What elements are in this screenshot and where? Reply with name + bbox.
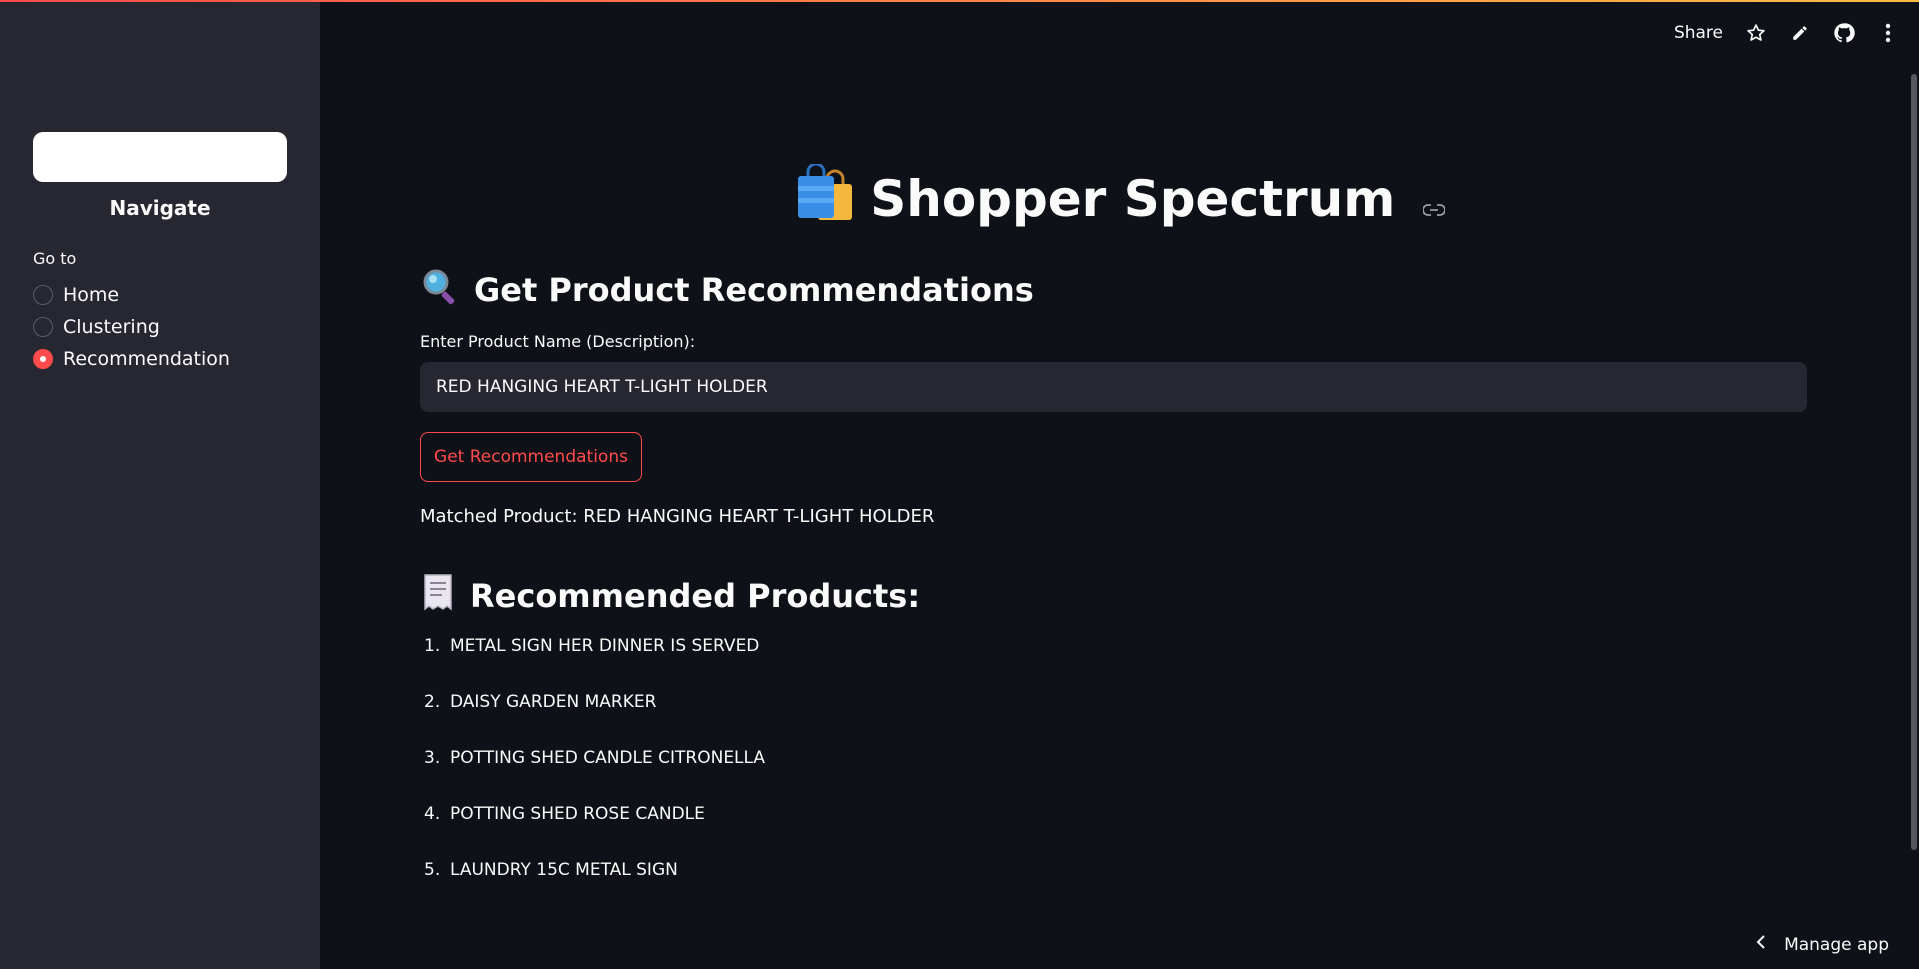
app-title-text: Shopper Spectrum [870, 170, 1396, 228]
scrollbar[interactable] [1911, 74, 1917, 850]
anchor-link-icon[interactable] [1421, 170, 1446, 228]
top-decoration-bar [0, 0, 1919, 2]
results-heading: Recommended Products: [420, 572, 920, 620]
manage-app-button[interactable]: Manage app [1756, 934, 1889, 955]
share-button[interactable]: Share [1674, 23, 1723, 43]
sidebar-heading: Navigate [109, 196, 211, 220]
kebab-menu-icon[interactable] [1877, 22, 1899, 44]
sidebar-logo-placeholder [33, 132, 287, 182]
list-item-text: POTTING SHED CANDLE CITRONELLA [450, 748, 766, 768]
receipt-icon [420, 572, 456, 620]
list-item-text: METAL SIGN HER DINNER IS SERVED [450, 636, 760, 656]
github-icon[interactable] [1833, 22, 1855, 44]
manage-app-label: Manage app [1784, 934, 1889, 955]
radio-option-home[interactable]: Home [33, 284, 119, 306]
section-heading-text: Get Product Recommendations [474, 271, 1034, 309]
radio-option-recommendation[interactable]: Recommendation [33, 348, 230, 370]
recommendation-list: 1. METAL SIGN HER DINNER IS SERVED 2. DAIS… [424, 636, 765, 916]
product-input-label: Enter Product Name (Description): [420, 332, 696, 351]
radio-circle[interactable] [33, 285, 53, 305]
pencil-icon[interactable] [1789, 22, 1811, 44]
list-item: 1. METAL SIGN HER DINNER IS SERVED [424, 636, 765, 692]
list-number: 1. [424, 636, 441, 656]
star-icon[interactable] [1745, 22, 1767, 44]
radio-circle[interactable] [33, 317, 53, 337]
radio-group-label: Go to [33, 249, 77, 268]
list-item: 5. LAUNDRY 15C METAL SIGN [424, 860, 765, 916]
list-number: 4. [424, 804, 441, 824]
list-item: 3. POTTING SHED CANDLE CITRONELLA [424, 748, 765, 804]
list-item: 4. POTTING SHED ROSE CANDLE [424, 804, 765, 860]
list-item-text: LAUNDRY 15C METAL SIGN [450, 860, 678, 880]
list-item-text: DAISY GARDEN MARKER [450, 692, 657, 712]
chevron-left-icon [1756, 934, 1766, 955]
product-name-input[interactable] [420, 362, 1807, 412]
list-number: 2. [424, 692, 441, 712]
radio-option-label: Recommendation [63, 348, 230, 370]
list-item: 2. DAISY GARDEN MARKER [424, 692, 765, 748]
page-title: Shopper Spectrum [320, 162, 1919, 234]
radio-option-clustering[interactable]: Clustering [33, 316, 160, 338]
radio-option-label: Home [63, 284, 120, 306]
sidebar: Navigate Go to Home Clustering Recommend… [0, 0, 320, 969]
matched-product-text: Matched Product: RED HANGING HEART T-LIG… [420, 506, 935, 527]
section-heading: Get Product Recommendations [420, 266, 1034, 314]
top-toolbar: Share [1674, 22, 1899, 44]
results-heading-text: Recommended Products: [470, 577, 921, 615]
magnifier-icon [420, 266, 460, 314]
radio-circle-selected[interactable] [33, 349, 53, 369]
shopping-bags-icon [794, 162, 856, 234]
get-recommendations-button[interactable]: Get Recommendations [420, 432, 642, 482]
radio-option-label: Clustering [63, 316, 160, 338]
list-item-text: POTTING SHED ROSE CANDLE [450, 804, 705, 824]
list-number: 5. [424, 860, 441, 880]
list-number: 3. [424, 748, 441, 768]
